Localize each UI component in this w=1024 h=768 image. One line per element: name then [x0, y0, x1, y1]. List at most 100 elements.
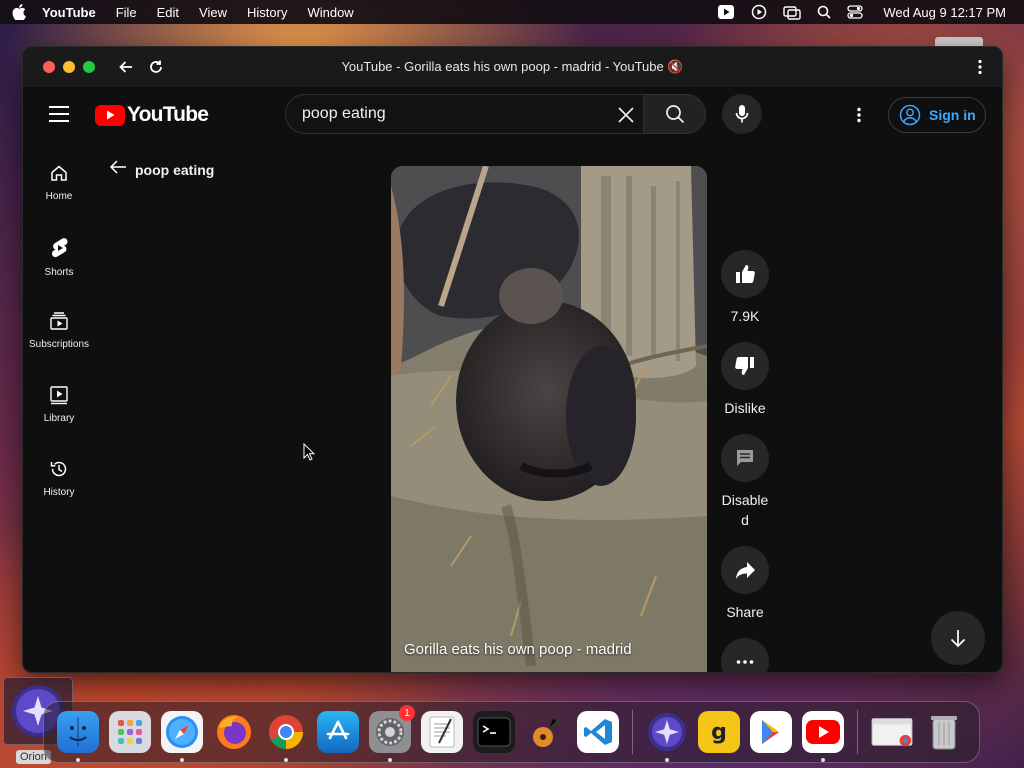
shorts-icon [52, 238, 68, 258]
subscriptions-icon [50, 312, 68, 330]
share-button[interactable] [721, 546, 769, 594]
trash-icon[interactable] [923, 711, 965, 753]
like-button[interactable] [721, 250, 769, 298]
youtube-play-icon [95, 104, 125, 126]
garageband-icon[interactable] [525, 711, 567, 753]
sidebar-item-library[interactable]: Library [23, 365, 95, 439]
comment-icon [737, 450, 753, 466]
back-to-results-icon[interactable] [109, 159, 127, 180]
youtube-dock-icon[interactable] [802, 711, 844, 762]
search-box [285, 94, 643, 134]
mouse-cursor-icon [303, 442, 316, 466]
share-icon [736, 562, 755, 579]
thumbs-up-icon [736, 265, 755, 283]
search-input[interactable] [286, 105, 586, 123]
terminal-icon[interactable] [473, 711, 515, 753]
clear-search-icon[interactable] [615, 104, 637, 126]
safari-icon[interactable] [161, 711, 203, 762]
search-back-row: poop eating [109, 159, 214, 180]
orion-dock-icon[interactable] [646, 711, 688, 762]
sidebar-item-label: Shorts [44, 267, 74, 278]
sign-in-label: Sign in [929, 107, 976, 123]
screen-record-icon[interactable] [751, 4, 767, 20]
sidebar: Home Shorts Subscriptions Library Histor… [23, 143, 95, 513]
dock-separator [857, 710, 858, 754]
library-icon [50, 386, 68, 405]
textedit-icon[interactable] [421, 711, 463, 753]
app-store-icon[interactable] [317, 711, 359, 753]
comments-button[interactable] [721, 434, 769, 482]
search-icon [665, 105, 684, 124]
thumbs-down-icon [735, 357, 754, 375]
menu-file[interactable]: File [116, 5, 137, 20]
more-action [720, 638, 770, 672]
vscode-icon[interactable] [577, 711, 619, 753]
menubar-clock[interactable]: Wed Aug 9 12:17 PM [883, 5, 1006, 20]
share-label: Share [726, 604, 764, 620]
youtube-logo[interactable]: YouTube [95, 103, 209, 127]
dock: 1 g [43, 701, 980, 763]
sidebar-item-label: Home [45, 191, 73, 202]
microphone-icon [735, 105, 749, 123]
next-short-button[interactable] [931, 611, 985, 665]
control-center-icon[interactable] [847, 5, 864, 19]
firefox-icon[interactable] [213, 711, 255, 753]
sidebar-item-label: Subscriptions [28, 339, 90, 350]
voice-search-button[interactable] [722, 94, 762, 134]
title-bar: YouTube - Gorilla eats his own poop - ma… [23, 47, 1002, 87]
window-more-icon[interactable] [970, 57, 990, 77]
launchpad-icon[interactable] [109, 711, 151, 753]
arrow-down-icon [950, 630, 966, 648]
account-icon [899, 104, 921, 126]
media-play-status-icon[interactable] [717, 4, 735, 20]
sidebar-item-label: Library [43, 413, 75, 424]
system-settings-icon[interactable]: 1 [369, 705, 415, 762]
video-frame-gorilla [391, 166, 707, 672]
dislike-button[interactable] [721, 342, 769, 390]
sidebar-item-home[interactable]: Home [23, 143, 95, 217]
settings-more-icon[interactable] [849, 103, 869, 127]
sign-in-button[interactable]: Sign in [888, 97, 986, 133]
dock-separator [632, 710, 633, 754]
comments-disabled-label: Disable d [721, 492, 769, 528]
apple-icon[interactable] [12, 4, 26, 20]
like-action: 7.9K [720, 250, 770, 326]
shorts-video-player[interactable]: Gorilla eats his own poop - madrid [391, 166, 707, 672]
grammarly-icon[interactable]: g [698, 711, 740, 753]
video-title[interactable]: Gorilla eats his own poop - madrid [404, 641, 632, 658]
menu-window[interactable]: Window [307, 5, 353, 20]
sidebar-item-history[interactable]: History [23, 439, 95, 513]
shorts-action-column: 7.9K Dislike Disable d Share [720, 250, 770, 672]
youtube-wordmark: YouTube [127, 103, 209, 126]
chrome-icon[interactable] [265, 711, 307, 762]
more-horizontal-icon [736, 660, 754, 664]
dislike-label: Dislike [724, 400, 766, 416]
share-action: Share [720, 546, 770, 622]
like-count: 7.9K [730, 308, 760, 324]
menu-hamburger-icon[interactable] [49, 106, 69, 122]
menu-bar: YouTube File Edit View History Window We… [0, 0, 1024, 24]
more-options-button[interactable] [721, 638, 769, 672]
dislike-action: Dislike [720, 342, 770, 418]
sidebar-item-label: History [43, 487, 75, 498]
history-icon [50, 461, 67, 477]
search-query-label[interactable]: poop eating [135, 162, 214, 178]
menu-edit[interactable]: Edit [157, 5, 179, 20]
finder-icon[interactable] [57, 711, 99, 762]
menu-view[interactable]: View [199, 5, 227, 20]
google-play-icon[interactable] [750, 711, 792, 753]
menu-app-name[interactable]: YouTube [42, 5, 96, 20]
sidebar-item-shorts[interactable]: Shorts [23, 217, 95, 291]
home-icon [51, 165, 67, 181]
chrome-window-preview-icon[interactable] [871, 711, 913, 753]
youtube-header: YouTube Sign in [23, 87, 1002, 143]
window-title: YouTube - Gorilla eats his own poop - ma… [341, 59, 684, 74]
comments-action: Disable d [720, 434, 770, 530]
menu-history[interactable]: History [247, 5, 287, 20]
spotlight-search-icon[interactable] [817, 5, 831, 19]
search-button[interactable] [643, 94, 706, 134]
svg-text:g: g [711, 720, 727, 745]
sidebar-item-subscriptions[interactable]: Subscriptions [23, 291, 95, 365]
screen-mirroring-icon[interactable] [783, 4, 802, 20]
settings-badge: 1 [399, 705, 415, 721]
